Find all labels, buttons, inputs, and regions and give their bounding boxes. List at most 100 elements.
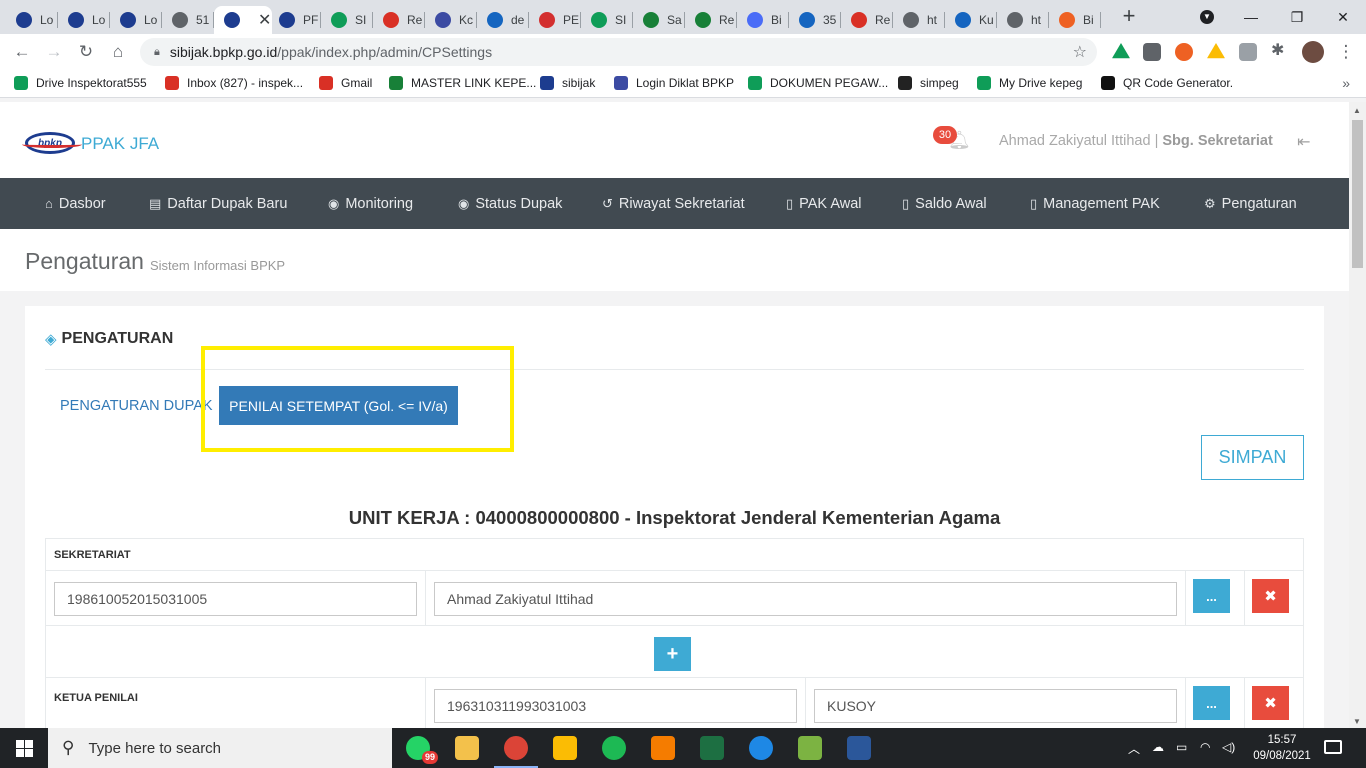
tab-search-button[interactable]: ▼: [1184, 0, 1230, 34]
new-tab-button[interactable]: +: [1118, 5, 1140, 28]
nav-item-daftar-dupak-baru[interactable]: ▤ Daftar Dupak Baru: [149, 178, 287, 229]
scroll-up-icon[interactable]: ▲: [1353, 106, 1361, 115]
network-icon[interactable]: ▭: [1176, 740, 1187, 754]
forward-button[interactable]: →: [42, 40, 66, 64]
notification-center-icon[interactable]: [1324, 740, 1342, 754]
save-button[interactable]: SIMPAN: [1201, 435, 1304, 480]
chrome-icon[interactable]: [494, 736, 538, 768]
browser-tab[interactable]: Ku: [945, 6, 997, 34]
pdf-app-icon[interactable]: [651, 736, 675, 760]
sekretariat-browse-button[interactable]: ...: [1193, 579, 1230, 613]
app-brand[interactable]: PPAK JFA: [81, 134, 159, 154]
paint-icon[interactable]: [798, 736, 822, 760]
tab-pengaturan-dupak[interactable]: PENGATURAN DUPAK: [60, 398, 213, 414]
nav-item-riwayat-sekretariat[interactable]: ↺ Riwayat Sekretariat: [602, 178, 745, 229]
browser-tab[interactable]: de: [477, 6, 529, 34]
browser-tab[interactable]: Re: [373, 6, 425, 34]
bookmark-item[interactable]: Inbox (827) - inspek...: [165, 76, 303, 90]
browser-tab[interactable]: 51: [162, 6, 214, 34]
system-clock[interactable]: 15:57 09/08/2021: [1252, 732, 1312, 764]
browser-tab[interactable]: Kc: [425, 6, 477, 34]
bookmark-item[interactable]: MASTER LINK KEPE...: [389, 76, 536, 90]
bookmark-item[interactable]: Login Diklat BPKP: [614, 76, 734, 90]
logout-icon[interactable]: ⇤: [1297, 132, 1310, 152]
nav-item-pengaturan[interactable]: ⚙ Pengaturan: [1204, 178, 1297, 229]
gmail-icon: [165, 76, 179, 90]
start-button[interactable]: [0, 728, 48, 768]
browser-tab[interactable]: Sa: [633, 6, 685, 34]
browser-tab[interactable]: Lo: [58, 6, 110, 34]
screenshot-extension-icon[interactable]: [1239, 43, 1257, 61]
page-scrollbar[interactable]: ▲ ▼: [1349, 102, 1366, 728]
browser-tab[interactable]: Lo: [110, 6, 162, 34]
drive-extension-icon[interactable]: [1112, 43, 1130, 59]
browser-tab-label: Lo: [92, 13, 106, 27]
scrollbar-thumb[interactable]: [1352, 120, 1363, 268]
browser-tab[interactable]: ht: [893, 6, 945, 34]
onedrive-icon[interactable]: ☁: [1152, 740, 1164, 754]
browser-tab[interactable]: ht: [997, 6, 1049, 34]
excel-icon[interactable]: [700, 736, 724, 760]
browser-tab[interactable]: Bi: [737, 6, 789, 34]
browser-tab[interactable]: PF: [269, 6, 321, 34]
chevron-up-icon[interactable]: ︿: [1128, 740, 1140, 757]
bookmark-star-icon[interactable]: ☆: [1073, 42, 1087, 62]
history-icon: ↺: [602, 195, 613, 211]
puzzle-icon[interactable]: ✱: [1271, 40, 1289, 59]
sekretariat-delete-button[interactable]: ✖: [1252, 579, 1289, 613]
nav-item-saldo-awal[interactable]: ▯ Saldo Awal: [902, 178, 987, 229]
home-button[interactable]: ⌂: [106, 40, 130, 64]
scroll-down-icon[interactable]: ▼: [1353, 717, 1361, 726]
taskbar-search[interactable]: ⚲ Type here to search: [48, 728, 392, 768]
file-explorer-icon[interactable]: [455, 736, 479, 760]
browser-tab[interactable]: Bi: [1049, 6, 1101, 34]
browser-tab[interactable]: Lo: [6, 6, 58, 34]
wifi-icon[interactable]: ◠: [1200, 740, 1210, 754]
nav-item-dasbor[interactable]: ⌂ Dasbor: [45, 178, 106, 229]
add-row-button[interactable]: +: [654, 637, 691, 671]
bookmark-item[interactable]: sibijak: [540, 76, 595, 90]
notification-badge[interactable]: 30: [933, 126, 957, 144]
bookmark-item[interactable]: Drive Inspektorat555: [14, 76, 147, 90]
nav-item-monitoring[interactable]: ◉ Monitoring: [328, 178, 413, 229]
bookmark-item[interactable]: My Drive kepeg: [977, 76, 1082, 90]
sekretariat-name-input[interactable]: Ahmad Zakiyatul Ittihad: [434, 582, 1177, 616]
nav-item-management-pak[interactable]: ▯ Management PAK: [1030, 178, 1160, 229]
bookmark-item[interactable]: Gmail: [319, 76, 372, 90]
maximize-button[interactable]: ❐: [1274, 0, 1320, 34]
browser-tab[interactable]: Re: [685, 6, 737, 34]
browser-tab[interactable]: PE: [529, 6, 581, 34]
volume-icon[interactable]: ◁): [1222, 740, 1235, 754]
bitly-extension-icon[interactable]: [1175, 43, 1193, 61]
ketua-delete-button[interactable]: ✖: [1252, 686, 1289, 720]
browser-tab[interactable]: ✕: [214, 6, 272, 34]
whatsapp-icon[interactable]: 99: [406, 736, 438, 764]
edge-icon[interactable]: [749, 736, 773, 760]
bookmarks-overflow-button[interactable]: »: [1342, 75, 1350, 91]
reload-button[interactable]: ↻: [74, 40, 98, 64]
minimize-button[interactable]: —: [1228, 0, 1274, 34]
drive-extension-icon[interactable]: [1207, 43, 1225, 59]
bookmark-item[interactable]: DOKUMEN PEGAW...: [748, 76, 888, 90]
spotify-icon[interactable]: [602, 736, 626, 760]
extension-icon[interactable]: [1143, 43, 1161, 61]
nav-item-status-dupak[interactable]: ◉ Status Dupak: [458, 178, 562, 229]
browser-tab[interactable]: 35: [789, 6, 841, 34]
address-bar[interactable]: 🔒︎ sibijak.bpkp.go.id/ppak/index.php/adm…: [140, 38, 1097, 66]
browser-menu-button[interactable]: ⋮: [1334, 40, 1358, 64]
bookmark-item[interactable]: QR Code Generator.: [1101, 76, 1233, 90]
browser-tab[interactable]: SI: [321, 6, 373, 34]
avatar[interactable]: [1302, 41, 1324, 63]
word-icon[interactable]: [847, 736, 871, 760]
back-button[interactable]: ←: [10, 40, 34, 64]
bookmark-item[interactable]: simpeg: [898, 76, 959, 90]
google-keep-icon[interactable]: [553, 736, 577, 760]
sekretariat-nip-input[interactable]: 198610052015031005: [54, 582, 417, 616]
nav-item-pak-awal[interactable]: ▯ PAK Awal: [786, 178, 862, 229]
browser-tab[interactable]: SI: [581, 6, 633, 34]
ketua-name-input[interactable]: KUSOY: [814, 689, 1177, 723]
browser-tab[interactable]: Re: [841, 6, 893, 34]
close-window-button[interactable]: ✕: [1320, 0, 1366, 34]
ketua-browse-button[interactable]: ...: [1193, 686, 1230, 720]
ketua-nip-input[interactable]: 196310311993031003: [434, 689, 797, 723]
